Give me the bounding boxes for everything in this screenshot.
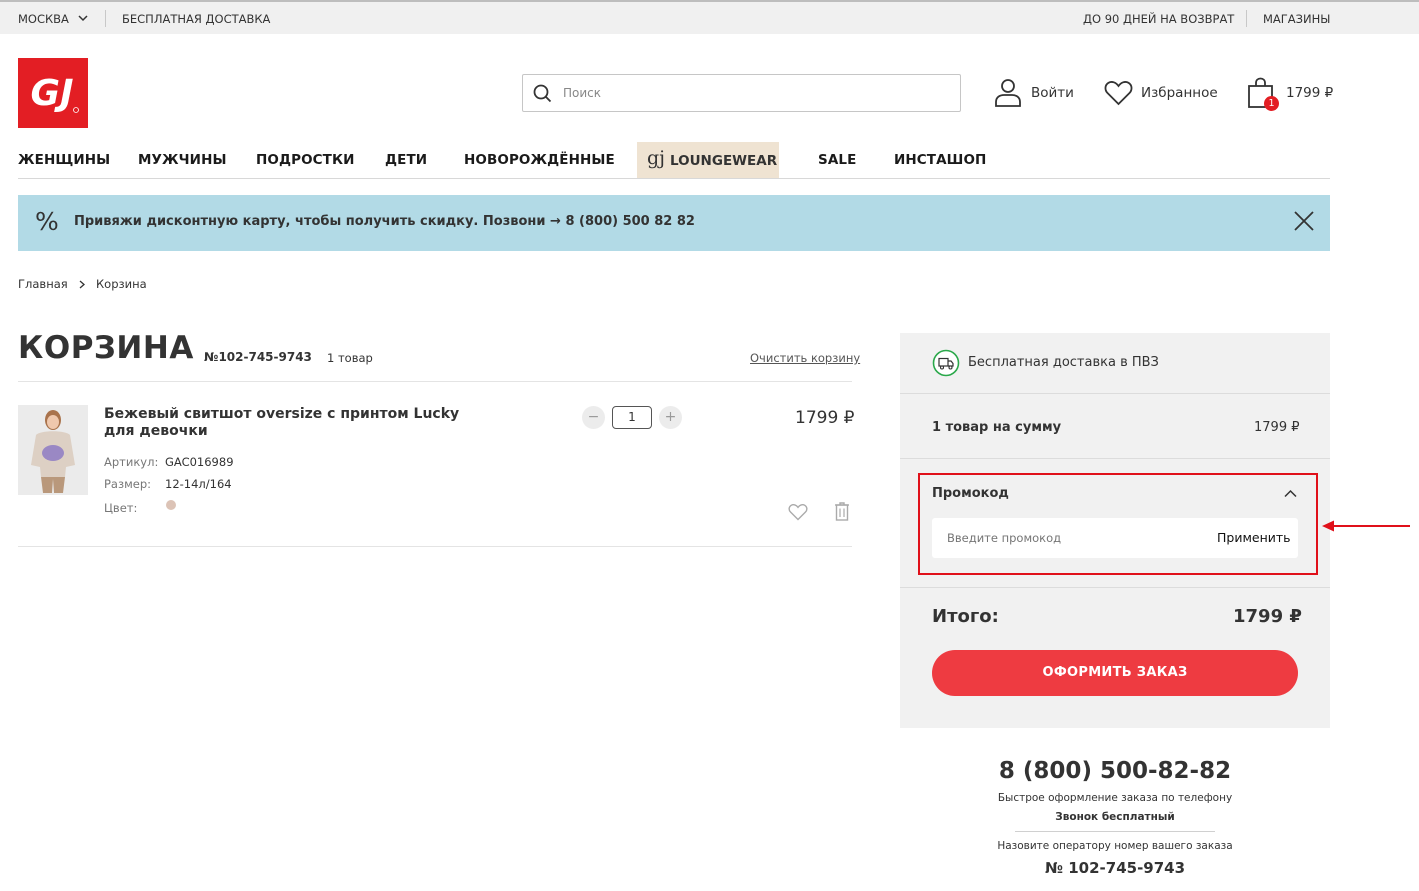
product-name[interactable]: Бежевый свитшот oversize с принтом Lucky… — [104, 406, 474, 440]
items-sum-label: 1 товар на сумму — [932, 420, 1062, 435]
free-delivery-link[interactable]: БЕСПЛАТНАЯ ДОСТАВКА — [122, 12, 270, 26]
main-nav: ЖЕНЩИНЫ МУЖЧИНЫ ПОДРОСТКИ ДЕТИ НОВОРОЖДЁ… — [18, 142, 1330, 179]
stores-link[interactable]: МАГАЗИНЫ — [1263, 12, 1330, 26]
banner-text: Привяжи дисконтную карту, чтобы получить… — [74, 214, 695, 229]
phone-order-note: Быстрое оформление заказа по телефону — [997, 792, 1233, 804]
total-value: 1799 ₽ — [1233, 606, 1302, 627]
favorites-link[interactable]: Избранное — [1141, 85, 1218, 101]
page-title: КОРЗИНА — [18, 330, 194, 366]
phone-order-number: № 102-745-9743 — [1044, 859, 1186, 877]
divider — [18, 381, 852, 382]
search-box[interactable] — [522, 74, 961, 112]
breadcrumb-current: Корзина — [96, 277, 147, 291]
color-label: Цвет: — [104, 501, 138, 515]
article-value: GAC016989 — [165, 455, 234, 469]
discount-banner: % Привяжи дисконтную карту, чтобы получи… — [18, 195, 1330, 251]
heart-icon[interactable] — [1104, 80, 1133, 106]
percent-icon: % — [35, 207, 59, 236]
chevron-up-icon[interactable] — [1284, 489, 1297, 498]
nav-item-sale[interactable]: SALE — [818, 152, 856, 168]
search-input[interactable] — [563, 83, 943, 103]
banner-phone[interactable]: 8 (800) 500 82 82 — [565, 214, 695, 229]
divider — [105, 10, 106, 27]
nav-item-newborns[interactable]: НОВОРОЖДЁННЫЕ — [464, 152, 615, 168]
nav-item-women[interactable]: ЖЕНЩИНЫ — [18, 152, 110, 168]
cart-total[interactable]: 1799 ₽ — [1286, 85, 1333, 101]
promo-field: Применить — [932, 518, 1298, 558]
chevron-right-icon — [79, 280, 86, 289]
chevron-down-icon[interactable] — [78, 15, 88, 22]
divider — [900, 587, 1330, 588]
loungewear-logo: gj — [647, 147, 666, 169]
logo[interactable]: GJ — [18, 58, 88, 128]
size-value: 12-14л/164 — [165, 477, 232, 491]
add-to-favorites-icon[interactable] — [788, 503, 808, 521]
search-icon[interactable] — [533, 84, 552, 103]
quantity-input[interactable]: 1 — [612, 406, 652, 429]
quantity-increase-button[interactable]: + — [659, 406, 682, 429]
free-delivery-note: Бесплатная доставка в ПВЗ — [968, 355, 1159, 370]
arrow-left-icon — [1322, 520, 1410, 532]
size-label: Размер: — [104, 477, 152, 491]
login-link[interactable]: Войти — [1031, 85, 1074, 101]
cart-count-badge: 1 — [1264, 96, 1279, 111]
product-image[interactable] — [18, 405, 88, 495]
breadcrumb: Главная Корзина — [18, 277, 147, 291]
product-photo — [18, 405, 88, 495]
clear-cart-link[interactable]: Очистить корзину — [750, 351, 860, 365]
nav-item-loungewear[interactable]: gj LOUNGEWEAR — [637, 142, 779, 178]
logo-text: GJ — [31, 73, 74, 114]
total-label: Итого: — [932, 606, 999, 627]
order-number: №102-745-9743 — [204, 350, 312, 364]
divider — [1015, 831, 1215, 832]
logo-mark-icon: GJ — [31, 73, 79, 114]
checkout-button[interactable]: ОФОРМИТЬ ЗАКАЗ — [932, 650, 1298, 696]
trash-icon[interactable] — [834, 501, 850, 521]
nav-item-instashop[interactable]: ИНСТАШОП — [894, 152, 986, 168]
article-label: Артикул: — [104, 455, 159, 469]
banner-message: Привяжи дисконтную карту, чтобы получить… — [74, 214, 561, 229]
divider — [900, 458, 1330, 459]
delivery-truck-icon — [932, 349, 960, 377]
city-selector[interactable]: МОСКВА — [18, 12, 69, 26]
operator-note: Назовите оператору номер вашего заказа — [997, 840, 1233, 852]
divider — [1246, 10, 1247, 27]
promo-input[interactable] — [947, 529, 1187, 547]
quantity-decrease-button[interactable]: − — [582, 406, 605, 429]
promo-title[interactable]: Промокод — [932, 486, 1009, 501]
product-price: 1799 ₽ — [795, 408, 855, 428]
nav-item-teens[interactable]: ПОДРОСТКИ — [256, 152, 355, 168]
divider — [900, 393, 1330, 394]
breadcrumb-home[interactable]: Главная — [18, 277, 68, 291]
item-count: 1 товар — [327, 351, 373, 365]
order-phone[interactable]: 8 (800) 500-82-82 — [985, 758, 1245, 784]
apply-promo-button[interactable]: Применить — [1217, 530, 1291, 545]
color-swatch — [166, 500, 176, 510]
close-icon[interactable] — [1294, 211, 1314, 231]
items-sum-value: 1799 ₽ — [1254, 420, 1300, 435]
returns-link[interactable]: ДО 90 ДНЕЙ НА ВОЗВРАТ — [1083, 12, 1234, 26]
user-icon[interactable] — [994, 78, 1022, 108]
nav-item-kids[interactable]: ДЕТИ — [385, 152, 427, 168]
loungewear-label: LOUNGEWEAR — [670, 153, 778, 169]
nav-item-men[interactable]: МУЖЧИНЫ — [138, 152, 227, 168]
top-bar: МОСКВА БЕСПЛАТНАЯ ДОСТАВКА ДО 90 ДНЕЙ НА… — [0, 0, 1419, 34]
divider — [18, 546, 852, 547]
free-call-note: Звонок бесплатный — [1055, 811, 1175, 823]
